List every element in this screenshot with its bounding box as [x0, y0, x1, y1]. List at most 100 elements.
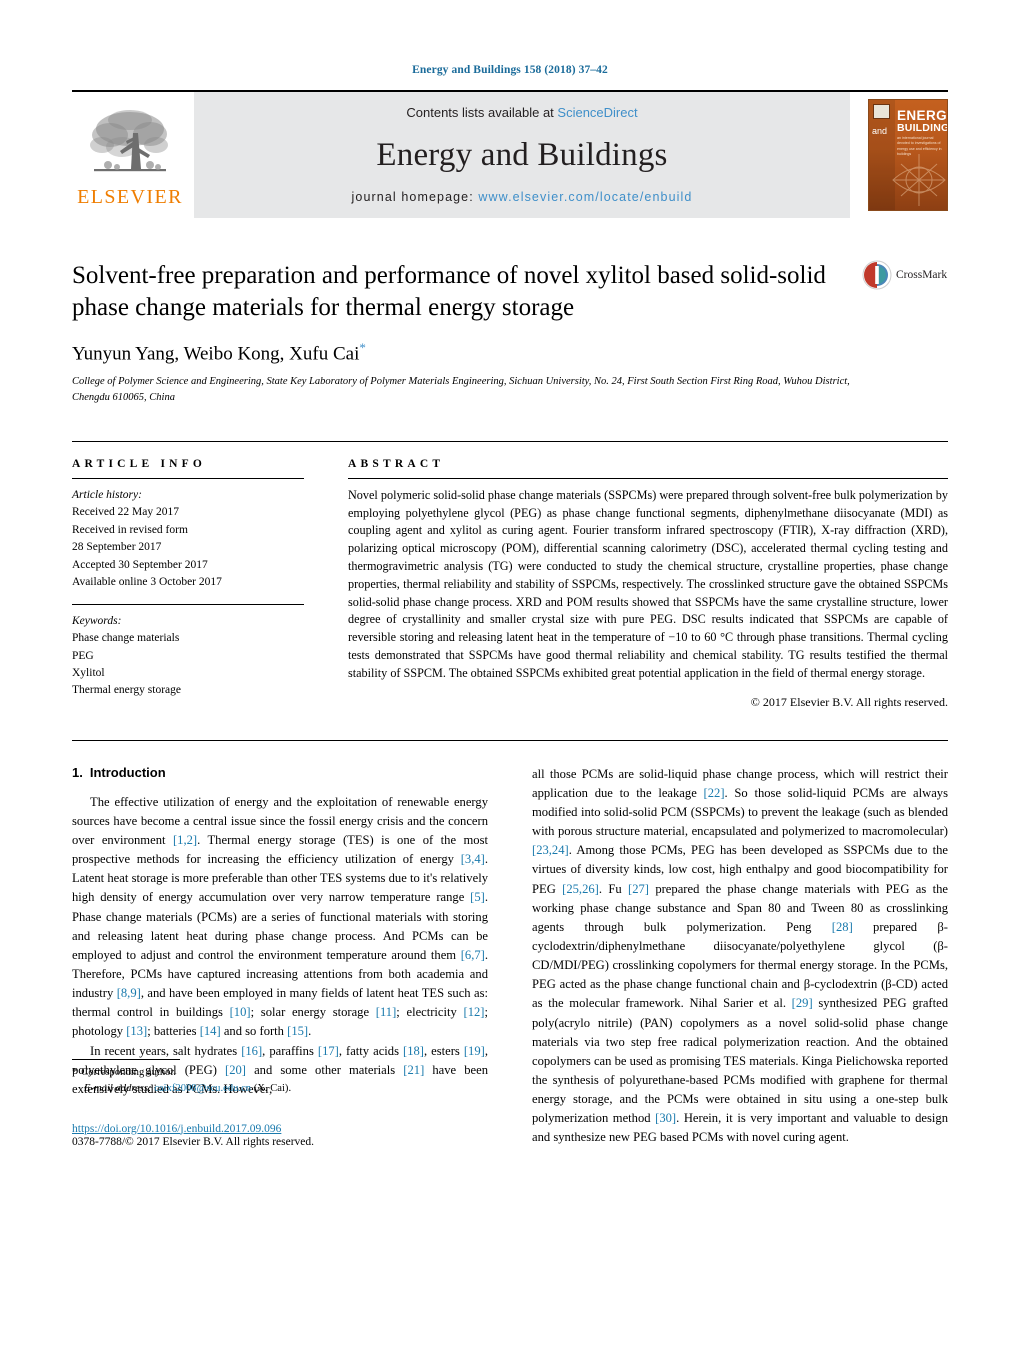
footnote-star: *: [72, 1066, 78, 1078]
doi-link[interactable]: https://doi.org/10.1016/j.enbuild.2017.0…: [72, 1123, 488, 1135]
body-column-right: all those PCMs are solid-liquid phase ch…: [532, 765, 948, 1148]
article-history-label: Article history:: [72, 488, 142, 501]
text-run: .: [308, 1024, 312, 1039]
citation-ref[interactable]: [8,9]: [117, 986, 141, 1000]
homepage-prefix: journal homepage:: [351, 190, 479, 204]
email-line: E-mail address: caixf2008@scu.edu.cn (X.…: [72, 1081, 488, 1097]
elsevier-wordmark: ELSEVIER: [77, 186, 183, 208]
cover-energy-text: ENERGY: [897, 108, 948, 123]
section-title: Introduction: [89, 764, 166, 780]
footnote-label: Corresponding author.: [81, 1066, 177, 1078]
abstract-heading: ABSTRACT: [348, 457, 445, 470]
author-names: Yunyun Yang, Weibo Kong, Xufu Cai: [72, 343, 360, 365]
citation-ref[interactable]: [17]: [318, 1044, 339, 1058]
text-run: , fatty acids: [338, 1043, 403, 1058]
email-suffix: (X. Cai).: [253, 1082, 292, 1094]
intro-paragraph-2-right: all those PCMs are solid-liquid phase ch…: [532, 765, 948, 1148]
citation-ref[interactable]: [3,4]: [461, 852, 485, 866]
email-label: E-mail address:: [84, 1082, 152, 1094]
keywords-label: Keywords:: [72, 614, 122, 627]
cover-buildings-text: BUILDINGS: [897, 122, 947, 134]
keyword-item: PEG: [72, 649, 94, 662]
citation-ref[interactable]: [11]: [376, 1005, 397, 1019]
text-run: ; electricity: [396, 1005, 464, 1020]
sciencedirect-link[interactable]: ScienceDirect: [557, 105, 637, 120]
keywords-group: Keywords: Phase change materials PEG Xyl…: [72, 613, 304, 700]
page-title: Solvent-free preparation and performance…: [72, 262, 826, 321]
text-run: In recent years, salt hydrates: [90, 1043, 242, 1058]
affiliation: College of Polymer Science and Engineeri…: [72, 376, 850, 403]
doi-block: https://doi.org/10.1016/j.enbuild.2017.0…: [72, 1123, 488, 1148]
history-item: Received in revised form: [72, 523, 188, 536]
citation-ref[interactable]: [28]: [832, 920, 853, 934]
footnote-divider: [72, 1058, 180, 1060]
citation-ref[interactable]: [30]: [655, 1111, 676, 1125]
keyword-item: Xylitol: [72, 666, 105, 679]
contents-available-line: Contents lists available at ScienceDirec…: [406, 105, 637, 120]
journal-title: Energy and Buildings: [376, 136, 668, 173]
author-list: Yunyun Yang, Weibo Kong, Xufu Cai*: [72, 340, 948, 365]
section-heading-introduction: 1. Introduction: [72, 765, 488, 780]
text-run: . Fu: [598, 881, 628, 896]
citation-ref[interactable]: [22]: [704, 786, 725, 800]
corresponding-author-line: * Corresponding author.: [72, 1065, 488, 1081]
keyword-item: Phase change materials: [72, 632, 180, 645]
citation-ref[interactable]: [23,24]: [532, 843, 569, 857]
history-item: Received 22 May 2017: [72, 506, 179, 519]
text-run: , paraffins: [262, 1043, 318, 1058]
journal-article-page: Energy and Buildings 158 (2018) 37–42 EL…: [0, 0, 1020, 1351]
text-run: ; batteries: [147, 1024, 200, 1039]
citation-ref[interactable]: [6,7]: [461, 948, 485, 962]
abstract-text: Novel polymeric solid-solid phase change…: [348, 487, 948, 680]
citation-ref[interactable]: [19]: [464, 1044, 485, 1058]
text-run: synthesized PEG grafted poly(acrylo nitr…: [532, 996, 948, 1126]
citation-ref[interactable]: [14]: [200, 1024, 221, 1038]
divider: [72, 603, 304, 605]
cover-image: and ENERGY BUILDINGS an international jo…: [868, 99, 948, 211]
article-info-heading: ARTICLE INFO: [72, 457, 207, 470]
cover-artwork-icon: [892, 154, 946, 206]
keyword-item: Thermal energy storage: [72, 684, 181, 697]
history-item: Available online 3 October 2017: [72, 576, 222, 589]
divider: [348, 477, 948, 479]
crossmark-label: CrossMark: [896, 269, 948, 281]
journal-homepage-line: journal homepage: www.elsevier.com/locat…: [352, 190, 693, 204]
citation-ref[interactable]: [18]: [403, 1044, 424, 1058]
footnote-zone: * Corresponding author. E-mail address: c…: [72, 1058, 488, 1148]
info-abstract-region: ARTICLE INFO Article history: Received 2…: [72, 440, 948, 710]
issn-copyright-line: 0378-7788/© 2017 Elsevier B.V. All right…: [72, 1135, 315, 1148]
body-column-left: 1. Introduction The effective utilization…: [72, 765, 488, 1148]
history-item: Accepted 30 September 2017: [72, 558, 208, 571]
citation-ref[interactable]: [13]: [126, 1024, 147, 1038]
running-head: Energy and Buildings 158 (2018) 37–42: [412, 64, 608, 76]
corresponding-author-marker: *: [359, 340, 366, 355]
citation-ref[interactable]: [5]: [470, 890, 485, 904]
article-info-column: ARTICLE INFO Article history: Received 2…: [72, 458, 304, 710]
title-block: Solvent-free preparation and performance…: [72, 260, 948, 405]
citation-ref[interactable]: [10]: [230, 1005, 251, 1019]
journal-homepage-link[interactable]: www.elsevier.com/locate/enbuild: [478, 190, 692, 204]
text-run: ; solar energy storage: [250, 1005, 376, 1020]
history-item: 28 September 2017: [72, 541, 162, 554]
divider: [72, 477, 304, 479]
citation-ref[interactable]: [27]: [628, 882, 649, 896]
email-link[interactable]: caixf2008@scu.edu.cn: [154, 1083, 251, 1094]
text-run: , esters: [423, 1043, 464, 1058]
citation-ref[interactable]: [16]: [241, 1044, 262, 1058]
text-run: and so forth: [220, 1024, 288, 1039]
cover-and-text: and: [872, 126, 888, 136]
masthead-center-panel: Contents lists available at ScienceDirec…: [194, 92, 850, 218]
abstract-column: ABSTRACT Novel polymeric solid-solid pha…: [348, 458, 948, 710]
section-number: 1.: [72, 764, 83, 780]
journal-cover-thumbnail: and ENERGY BUILDINGS an international jo…: [856, 92, 948, 218]
citation-ref[interactable]: [12]: [464, 1005, 485, 1019]
abstract-copyright: © 2017 Elsevier B.V. All rights reserved…: [750, 694, 948, 709]
article-history-group: Article history: Received 22 May 2017 Re…: [72, 487, 304, 592]
citation-ref[interactable]: [29]: [792, 996, 813, 1010]
citation-ref[interactable]: [25,26]: [562, 882, 599, 896]
citation-ref[interactable]: [1,2]: [173, 833, 197, 847]
journal-masthead: ELSEVIER Contents lists available at Sci…: [72, 90, 948, 218]
citation-ref[interactable]: [15]: [287, 1024, 308, 1038]
elsevier-tree-icon: [90, 110, 168, 172]
crossmark-badge[interactable]: CrossMark: [862, 260, 948, 290]
